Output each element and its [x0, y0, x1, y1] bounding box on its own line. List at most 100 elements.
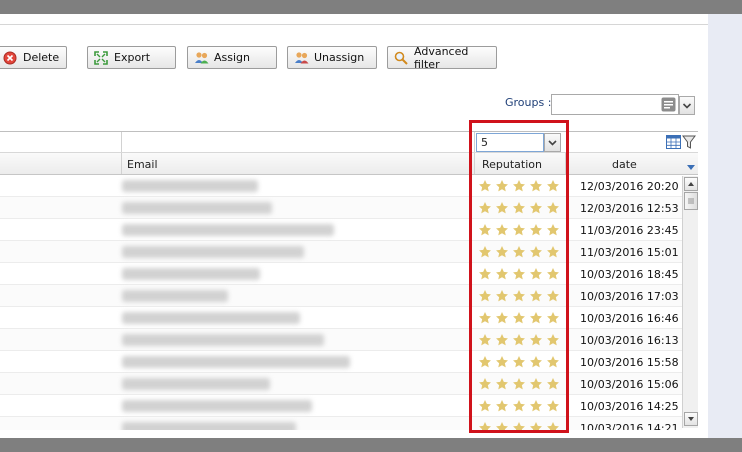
assign-button[interactable]: Assign [187, 46, 277, 69]
export-label: Export [114, 51, 151, 64]
star-icon [495, 179, 509, 193]
reputation-stars [478, 179, 562, 193]
right-background-strip [708, 14, 742, 438]
star-icon [478, 267, 492, 281]
star-icon [495, 201, 509, 215]
star-icon [495, 355, 509, 369]
reputation-stars [478, 245, 562, 259]
star-icon [529, 223, 543, 237]
table-row[interactable]: 12/03/2016 12:53 [0, 197, 682, 219]
star-icon [495, 377, 509, 391]
groups-dropdown-button[interactable] [679, 96, 695, 115]
star-icon [478, 377, 492, 391]
star-icon [512, 399, 526, 413]
column-header-reputation[interactable]: Reputation [482, 158, 542, 171]
table-row[interactable]: 10/03/2016 14:25 [0, 395, 682, 417]
email-cell-redacted [122, 290, 228, 302]
star-icon [529, 333, 543, 347]
grid-filter-row: 5 [0, 132, 698, 153]
star-icon [478, 179, 492, 193]
data-grid: 5 Email Reputation date 12/03/2016 20:20… [0, 131, 698, 430]
table-row[interactable]: 10/03/2016 15:06 [0, 373, 682, 395]
reputation-stars [478, 311, 562, 325]
reputation-filter-input[interactable]: 5 [476, 133, 544, 152]
star-icon [478, 201, 492, 215]
star-icon [495, 399, 509, 413]
grid-body: 12/03/2016 20:20 12/03/2016 12:53 11/03/20… [0, 175, 682, 430]
star-icon [478, 289, 492, 303]
star-icon [546, 223, 560, 237]
table-row[interactable]: 11/03/2016 15:01 [0, 241, 682, 263]
star-icon [546, 245, 560, 259]
table-row[interactable]: 12/03/2016 20:20 [0, 175, 682, 197]
email-cell-redacted [122, 422, 296, 430]
star-icon [529, 267, 543, 281]
grid-tools [666, 134, 698, 150]
advanced-filter-button[interactable]: Advanced filter [387, 44, 497, 71]
date-cell: 11/03/2016 23:45 [580, 224, 679, 237]
column-separator [121, 153, 122, 174]
email-cell-redacted [122, 312, 300, 324]
star-icon [512, 245, 526, 259]
delete-label: Delete [23, 51, 60, 64]
assign-users-icon [194, 51, 209, 65]
email-cell-redacted [122, 224, 334, 236]
table-row[interactable]: 10/03/2016 14:21 [0, 417, 682, 430]
email-cell-redacted [122, 400, 312, 412]
delete-button[interactable]: Delete [0, 46, 67, 69]
star-icon [546, 333, 560, 347]
email-cell-redacted [122, 202, 272, 214]
star-icon [529, 421, 543, 430]
unassign-users-icon [294, 51, 309, 65]
group-picker-icon[interactable] [661, 97, 676, 112]
table-row[interactable]: 10/03/2016 16:46 [0, 307, 682, 329]
star-icon [546, 399, 560, 413]
scroll-down-button[interactable] [684, 412, 698, 426]
star-icon [478, 311, 492, 325]
email-cell-redacted [122, 246, 304, 258]
grip-icon [688, 198, 694, 204]
column-separator [474, 153, 475, 174]
reputation-filter-dropdown[interactable] [544, 133, 561, 152]
reputation-stars [478, 201, 562, 215]
export-icon [94, 50, 108, 65]
date-cell: 10/03/2016 15:58 [580, 356, 679, 369]
chevron-down-icon [682, 103, 692, 109]
export-button[interactable]: Export [87, 46, 176, 69]
funnel-icon [682, 135, 696, 149]
email-cell-redacted [122, 378, 270, 390]
star-icon [495, 223, 509, 237]
table-row[interactable]: 10/03/2016 18:45 [0, 263, 682, 285]
star-icon [546, 179, 560, 193]
reputation-stars [478, 267, 562, 281]
scroll-thumb[interactable] [684, 192, 698, 210]
star-icon [529, 245, 543, 259]
groups-input[interactable] [551, 94, 679, 115]
star-icon [495, 289, 509, 303]
table-row[interactable]: 11/03/2016 23:45 [0, 219, 682, 241]
star-icon [495, 333, 509, 347]
column-separator [474, 132, 475, 152]
star-icon [478, 355, 492, 369]
star-icon [546, 289, 560, 303]
star-icon [495, 311, 509, 325]
panel-divider [0, 24, 708, 25]
date-cell: 10/03/2016 18:45 [580, 268, 679, 281]
star-icon [495, 245, 509, 259]
grid-vertical-scrollbar[interactable] [682, 176, 698, 428]
date-cell: 10/03/2016 14:21 [580, 422, 679, 430]
table-row[interactable]: 10/03/2016 15:58 [0, 351, 682, 373]
sort-arrow-icon[interactable] [686, 161, 696, 174]
date-cell: 10/03/2016 16:13 [580, 334, 679, 347]
email-cell-redacted [122, 334, 324, 346]
unassign-button[interactable]: Unassign [287, 46, 377, 69]
column-header-date[interactable]: date [612, 158, 637, 171]
star-icon [529, 399, 543, 413]
table-row[interactable]: 10/03/2016 16:13 [0, 329, 682, 351]
scroll-up-button[interactable] [684, 177, 698, 191]
advanced-filter-label: Advanced filter [414, 44, 469, 71]
table-row[interactable]: 10/03/2016 17:03 [0, 285, 682, 307]
star-icon [546, 267, 560, 281]
column-header-email[interactable]: Email [127, 158, 158, 171]
star-icon [478, 223, 492, 237]
